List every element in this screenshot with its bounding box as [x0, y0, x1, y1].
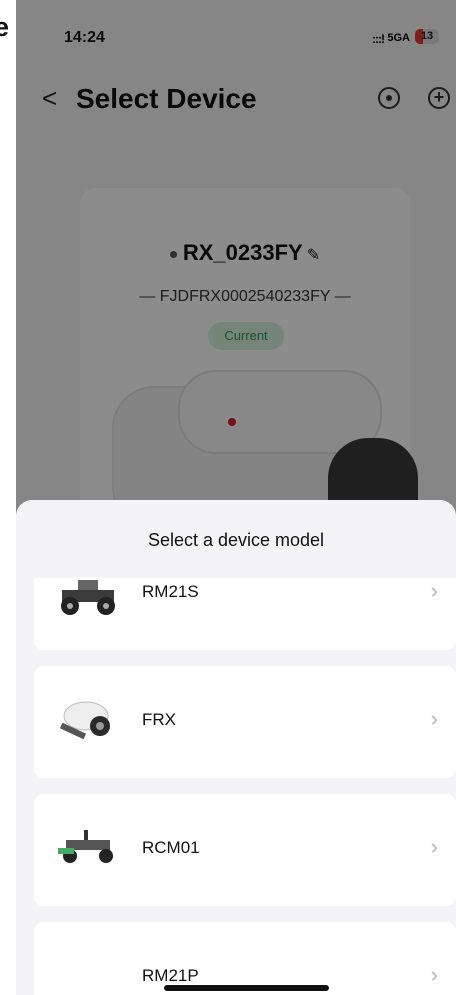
chevron-right-icon: › [430, 578, 438, 603]
rcm01-thumbnail [58, 830, 113, 863]
phone-screen: 14:24 :::! 5GA 13 < Select Device + RX_0… [16, 0, 456, 995]
model-item-rm21s[interactable]: RM21S › [34, 578, 456, 650]
model-list[interactable]: RM21S › FRX › RCM01 › RM21P › [16, 578, 456, 995]
model-item-frx[interactable]: FRX › [34, 666, 456, 778]
sheet-title: Select a device model [147, 530, 325, 550]
chevron-right-icon: › [430, 706, 438, 731]
model-label: RM21P [142, 966, 199, 985]
model-item-rcm01[interactable]: RCM01 › [34, 794, 456, 906]
rm21s-thumbnail [61, 580, 115, 615]
model-label: RM21S [142, 582, 199, 601]
clipped-text: e [0, 12, 10, 42]
dim-overlay[interactable] [16, 0, 456, 520]
home-indicator[interactable] [164, 985, 329, 991]
chevron-right-icon: › [430, 962, 438, 987]
frx-thumbnail [59, 701, 110, 740]
chevron-right-icon: › [430, 834, 438, 859]
model-label: FRX [142, 710, 176, 729]
model-sheet: Select a device model RM21S › FRX › RCM0… [16, 500, 456, 995]
model-label: RCM01 [142, 838, 200, 857]
